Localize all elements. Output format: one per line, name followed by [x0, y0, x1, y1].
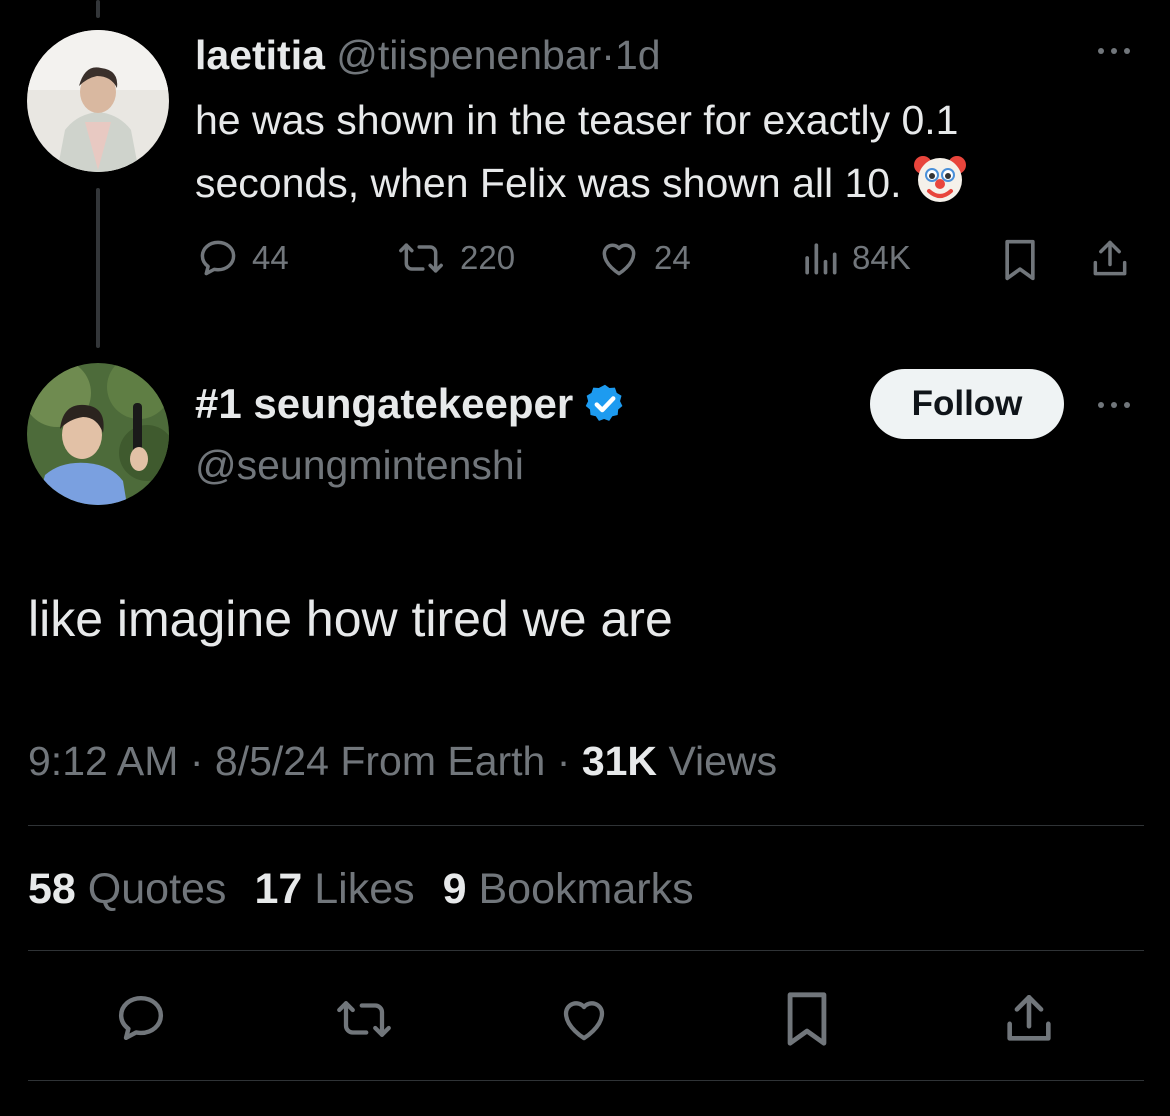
- reply-handle[interactable]: @tiispenenbar: [336, 32, 601, 78]
- tweet-views-label: Views: [668, 738, 778, 784]
- reply-bookmark-action[interactable]: [1000, 238, 1040, 282]
- more-dot: [1124, 48, 1130, 54]
- heart-icon: [563, 1001, 605, 1041]
- reply-header: laetitia @tiispenenbar·1d: [195, 30, 661, 80]
- quotes-stat[interactable]: 58 Quotes: [28, 863, 226, 915]
- reply-like-action[interactable]: 24: [596, 236, 691, 280]
- quotes-label: Quotes: [87, 865, 227, 913]
- meta-separator: ·: [189, 738, 204, 784]
- main-display-name-row[interactable]: #1 seungatekeeper: [195, 378, 627, 430]
- reply-text-container: he was shown in the teaser for exactly 0…: [195, 90, 1115, 222]
- reply-bubble-icon: [200, 240, 236, 276]
- more-dot: [1098, 402, 1104, 408]
- main-more-button[interactable]: [1098, 402, 1130, 408]
- tweet-time[interactable]: 9:12 AM: [28, 738, 178, 784]
- bookmarks-label: Bookmarks: [478, 865, 694, 913]
- retweet-icon: [337, 1001, 391, 1037]
- bottom-reply-button[interactable]: [112, 990, 170, 1051]
- engagement-stats: 58 Quotes 17 Likes 9 Bookmarks: [28, 863, 694, 915]
- likes-count: 17: [254, 865, 303, 913]
- divider-middle: [28, 950, 1144, 951]
- verified-badge-icon: [585, 384, 623, 421]
- main-display-name[interactable]: #1 seungatekeeper: [195, 378, 573, 430]
- more-dot: [1111, 48, 1117, 54]
- reply-retweet-action[interactable]: 220: [394, 236, 515, 280]
- reply-more-button[interactable]: [1098, 48, 1130, 54]
- bookmark-icon: [787, 992, 827, 1046]
- reply-text: he was shown in the teaser for exactly 0…: [195, 97, 959, 206]
- main-avatar[interactable]: [27, 363, 169, 505]
- main-tweet-text: like imagine how tired we are: [28, 591, 673, 647]
- main-handle[interactable]: @seungmintenshi: [195, 440, 524, 490]
- follow-button[interactable]: Follow: [870, 369, 1064, 439]
- bookmarks-count: 9: [442, 865, 467, 913]
- divider-bottom: [28, 1080, 1144, 1081]
- bottom-like-button[interactable]: [555, 992, 613, 1051]
- bottom-share-button[interactable]: [1000, 990, 1058, 1053]
- reply-count: 44: [252, 239, 289, 276]
- reply-display-name[interactable]: laetitia: [195, 32, 325, 78]
- more-dot: [1124, 402, 1130, 408]
- share-icon: [1007, 994, 1051, 1041]
- reply-avatar[interactable]: [27, 30, 169, 172]
- retweet-icon: [399, 243, 443, 273]
- views-chart-icon: [805, 243, 837, 275]
- likes-stat[interactable]: 17 Likes: [254, 863, 414, 915]
- retweet-count: 220: [460, 239, 516, 276]
- bottom-retweet-button[interactable]: [330, 992, 398, 1051]
- more-dot: [1098, 48, 1104, 54]
- views-count: 84K: [852, 239, 911, 276]
- clown-face-icon: [913, 151, 967, 222]
- tweet-date[interactable]: 8/5/24: [215, 738, 329, 784]
- likes-label: Likes: [314, 865, 415, 913]
- tweet-source: From Earth: [340, 738, 546, 784]
- meta-separator: ·: [556, 738, 571, 784]
- tweet-views-count: 31K: [581, 738, 658, 784]
- reply-time[interactable]: 1d: [615, 32, 661, 78]
- reply-reply-action[interactable]: 44: [196, 236, 289, 280]
- reply-separator: ·: [601, 32, 615, 78]
- reply-views-action[interactable]: 84K: [800, 236, 911, 280]
- tweet-meta: 9:12 AM · 8/5/24 From Earth · 31K Views: [28, 736, 777, 786]
- bookmarks-stat[interactable]: 9 Bookmarks: [443, 863, 694, 915]
- thread-line-connector: [96, 188, 100, 348]
- divider-top: [28, 825, 1144, 826]
- more-dot: [1111, 402, 1117, 408]
- share-icon: [1093, 240, 1127, 276]
- thread-line-top: [96, 0, 100, 18]
- reply-share-action[interactable]: [1088, 236, 1132, 282]
- heart-icon: [602, 243, 636, 276]
- bookmark-icon: [1005, 239, 1035, 281]
- like-count: 24: [654, 239, 691, 276]
- bottom-bookmark-button[interactable]: [782, 990, 832, 1053]
- quotes-count: 58: [28, 865, 76, 913]
- reply-bubble-icon: [118, 995, 164, 1041]
